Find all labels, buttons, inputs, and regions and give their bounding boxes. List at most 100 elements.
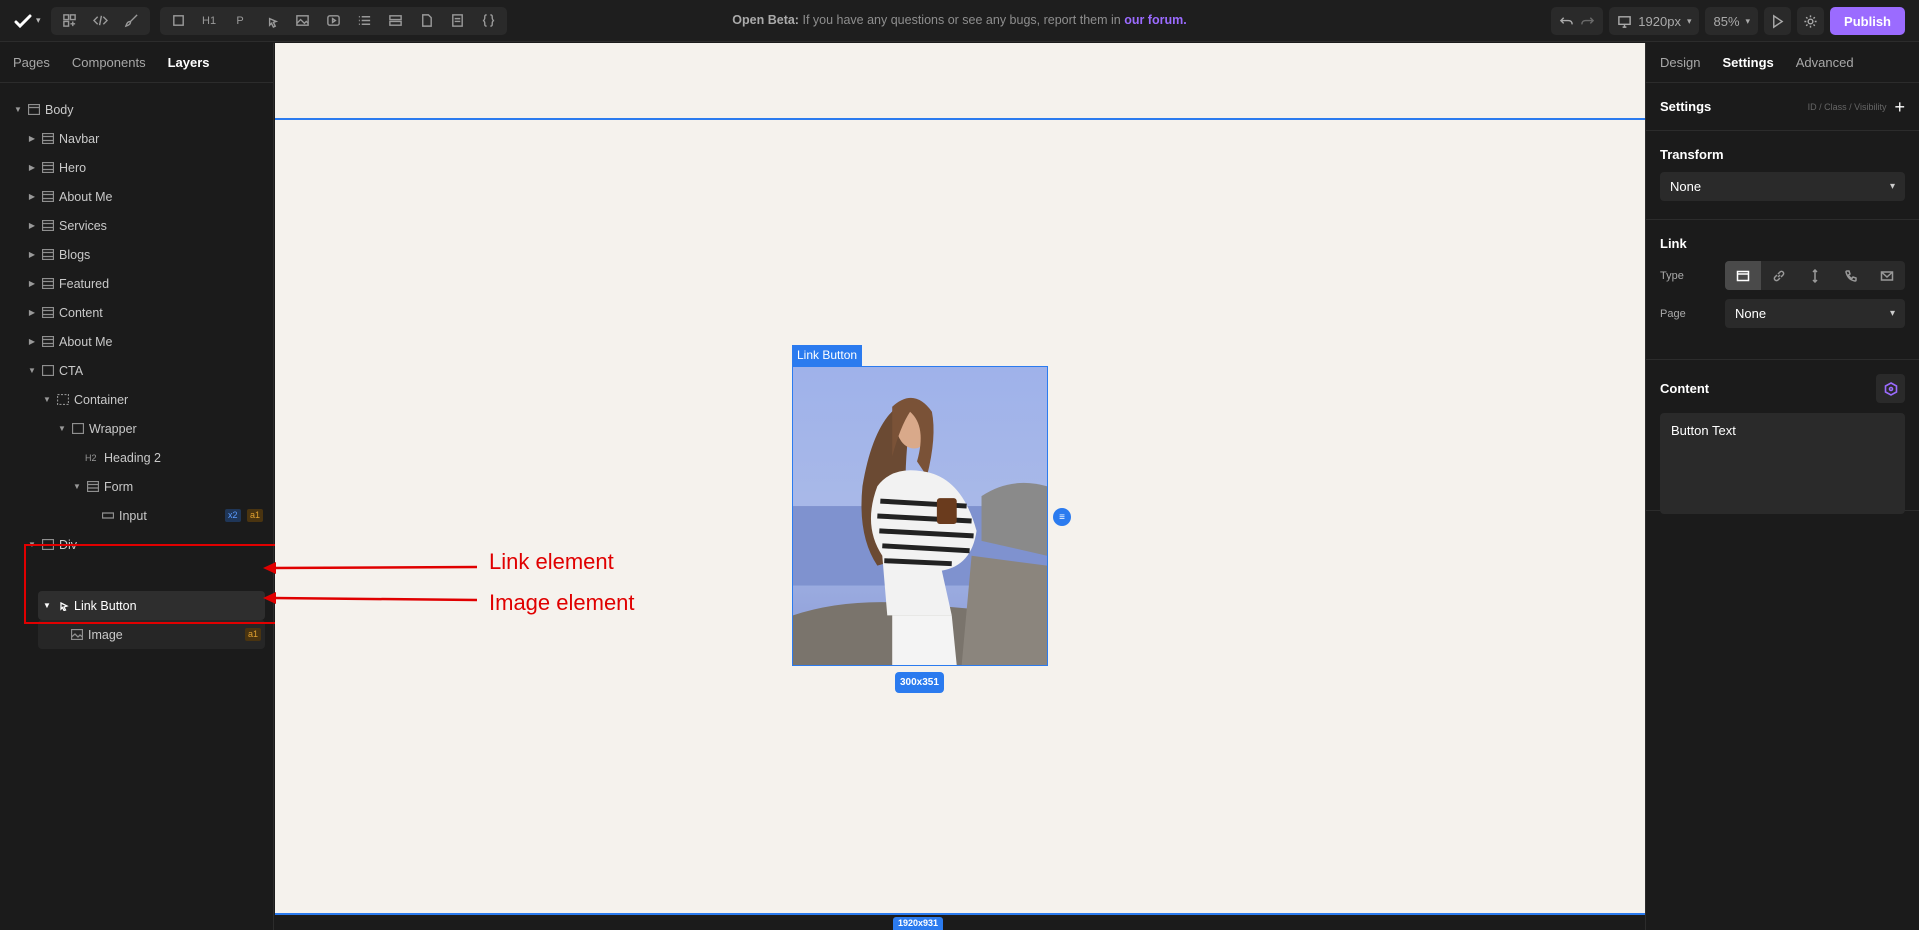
caret-right-icon[interactable]: ▶ [27, 163, 37, 172]
layer-label: Blogs [59, 247, 91, 262]
link-element-button[interactable] [257, 9, 286, 33]
file-element-button[interactable] [412, 9, 441, 33]
layer-form[interactable]: ▼ Form [72, 472, 133, 501]
transform-select[interactable]: None ▾ [1660, 172, 1905, 201]
id-class-visibility-label[interactable]: ID / Class / Visibility [1808, 102, 1887, 112]
paragraph-element-button[interactable]: P [226, 9, 255, 33]
tab-components[interactable]: Components [72, 55, 146, 70]
section-element-button[interactable] [381, 9, 410, 33]
layer-image[interactable]: Image a1 [38, 620, 265, 649]
link-type-url[interactable] [1761, 261, 1797, 290]
tab-pages[interactable]: Pages [13, 55, 50, 70]
list-element-button[interactable] [350, 9, 379, 33]
style-button[interactable] [117, 9, 146, 33]
type-label: Type [1660, 269, 1684, 282]
add-element-button[interactable] [55, 9, 84, 33]
annotation-image-element: Image element [489, 590, 635, 615]
tab-advanced[interactable]: Advanced [1796, 55, 1854, 70]
caret-right-icon[interactable]: ▶ [27, 279, 37, 288]
layer-featured[interactable]: ▶ Featured [27, 269, 109, 298]
div-element-button[interactable] [164, 9, 193, 33]
caret-right-icon[interactable]: ▶ [27, 221, 37, 230]
dynamic-content-button[interactable] [1876, 374, 1905, 403]
link-page-row: Page None ▾ [1660, 299, 1905, 328]
site-settings-button[interactable] [1797, 7, 1825, 35]
caret-right-icon[interactable]: ▶ [27, 134, 37, 143]
layer-label: Content [59, 305, 103, 320]
hexagon-icon [1884, 381, 1897, 396]
link-type-page[interactable] [1725, 261, 1761, 290]
image-element-button[interactable] [288, 9, 317, 33]
button-text-input[interactable]: Button Text [1660, 413, 1905, 514]
caret-right-icon[interactable]: ▶ [27, 192, 37, 201]
layer-hero[interactable]: ▶ Hero [27, 153, 86, 182]
content-section: Content Button Text [1646, 360, 1919, 514]
portrait-image [793, 367, 1047, 665]
caret-right-icon[interactable]: ▶ [27, 250, 37, 259]
link-type-email[interactable] [1869, 261, 1905, 290]
forum-link[interactable]: our forum. [1124, 13, 1187, 27]
section-icon [40, 220, 55, 232]
transform-section: Transform None ▾ [1646, 131, 1919, 220]
tab-settings[interactable]: Settings [1722, 55, 1773, 70]
link-type-phone[interactable] [1833, 261, 1869, 290]
section-icon [40, 278, 55, 290]
layer-heading-2[interactable]: H2 Heading 2 [72, 443, 161, 472]
video-element-button[interactable] [319, 9, 348, 33]
caret-down-icon[interactable]: ▼ [42, 395, 52, 404]
layer-label: Featured [59, 276, 110, 291]
publish-button[interactable]: Publish [1830, 7, 1905, 35]
link-type-section[interactable] [1797, 261, 1833, 290]
breakpoint-select[interactable]: 1920px ▾ [1609, 7, 1700, 35]
heading-element-button[interactable]: H1 [195, 9, 224, 33]
preview-button[interactable] [1764, 7, 1792, 35]
caret-right-icon[interactable]: ▶ [27, 308, 37, 317]
caret-down-icon[interactable]: ▼ [57, 424, 67, 433]
panel-tools [50, 6, 150, 35]
link-type-group [1725, 261, 1905, 290]
selected-image[interactable] [792, 366, 1048, 666]
undo-icon[interactable] [1559, 14, 1574, 29]
section-icon [40, 307, 55, 319]
code-button[interactable] [86, 9, 115, 33]
layer-content[interactable]: ▶ Content [27, 298, 103, 327]
caret-down-icon[interactable]: ▼ [13, 105, 23, 114]
page-select[interactable]: None ▾ [1725, 299, 1905, 328]
top-toolbar: ▾ H1 P Open Beta: If you have any questi… [0, 0, 1919, 42]
layer-container[interactable]: ▼ Container [42, 385, 128, 414]
caret-down-icon[interactable]: ▼ [72, 482, 82, 491]
layer-about-me[interactable]: ▶ About Me [27, 182, 113, 211]
brush-icon [124, 14, 138, 28]
heading-tag: H2 [85, 452, 97, 463]
embed-element-button[interactable] [474, 9, 503, 33]
app-logo-menu[interactable]: ▾ [14, 14, 41, 28]
chevron-down-icon: ▾ [1889, 308, 1895, 319]
form-element-button[interactable] [443, 9, 472, 33]
tab-design[interactable]: Design [1660, 55, 1700, 70]
settings-section: Settings ID / Class / Visibility + [1646, 83, 1919, 131]
layer-cta[interactable]: ▼ CTA [27, 356, 83, 385]
chevron-down-icon: ▾ [1686, 15, 1692, 26]
layer-label: Heading 2 [104, 450, 161, 465]
code-icon [92, 15, 108, 26]
layer-input[interactable]: Input x2 a1 [87, 501, 267, 530]
video-icon [326, 15, 340, 26]
notice-bold: Open Beta: [732, 13, 799, 27]
zoom-select[interactable]: 85% ▾ [1705, 7, 1759, 35]
tab-layers[interactable]: Layers [168, 55, 210, 70]
redo-icon[interactable] [1580, 14, 1595, 29]
link-icon [1773, 270, 1785, 281]
resize-handle[interactable]: ≡ [1053, 508, 1071, 526]
layer-services[interactable]: ▶ Services [27, 211, 107, 240]
plus-icon[interactable]: + [1894, 98, 1905, 116]
layer-about-me-2[interactable]: ▶ About Me [27, 327, 113, 356]
layer-wrapper[interactable]: ▼ Wrapper [57, 414, 137, 443]
caret-down-icon[interactable]: ▼ [27, 366, 37, 375]
layer-navbar[interactable]: ▶ Navbar [27, 124, 99, 153]
caret-right-icon[interactable]: ▶ [27, 337, 37, 346]
annotation-link-element: Link element [489, 549, 614, 574]
mail-icon [1880, 270, 1894, 281]
layer-body[interactable]: ▼ Body [13, 95, 73, 124]
layer-blogs[interactable]: ▶ Blogs [27, 240, 90, 269]
left-tabs: Pages Components Layers [0, 43, 273, 83]
